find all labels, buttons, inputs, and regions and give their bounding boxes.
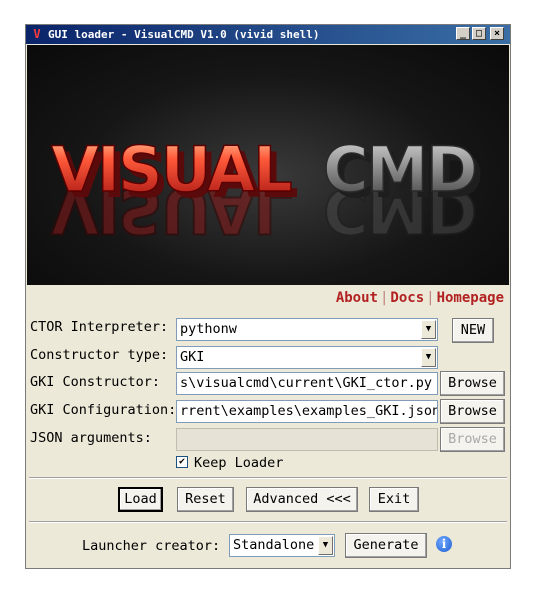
generate-button[interactable]: Generate [345,533,427,558]
advanced-button[interactable]: Advanced <<< [246,487,358,512]
browse-configuration-button[interactable]: Browse [440,399,505,424]
title-bar[interactable]: V GUI loader - VisualCMD V1.0 (vivid she… [26,25,510,44]
gki-configuration-label: GKI Configuration: [30,402,177,418]
header-links: About | Docs | Homepage [335,290,504,306]
gki-constructor-input[interactable]: s\visualcmd\current\GKI_ctor.py [176,372,438,395]
homepage-link[interactable]: Homepage [437,290,504,306]
chevron-down-icon[interactable]: ▼ [421,320,436,339]
json-arguments-label: JSON arguments: [30,430,152,446]
window-title: GUI loader - VisualCMD V1.0 (vivid shell… [48,28,320,41]
separator-bottom [29,521,507,523]
reset-button[interactable]: Reset [177,487,234,512]
separator-top [29,477,507,479]
visualcmd-logo-art: VISUAL CMD VISUAL CMD CMD VISUAL [50,132,484,248]
constructor-type-combo[interactable]: GKI ▼ [176,346,438,369]
constructor-type-label: Constructor type: [30,347,169,363]
visualcmd-banner: VISUAL CMD VISUAL CMD CMD VISUAL [27,45,509,285]
launcher-type-combo[interactable]: Standalone ▼ [229,534,335,557]
gui-loader-window: V GUI loader - VisualCMD V1.0 (vivid she… [25,24,511,569]
keep-loader-checkbox[interactable]: ✔ [176,456,188,468]
new-interpreter-button[interactable]: NEW [452,318,494,343]
docs-link[interactable]: Docs [390,290,424,306]
chevron-down-icon[interactable]: ▼ [421,348,436,367]
json-arguments-input[interactable] [176,428,438,451]
gki-constructor-label: GKI Constructor: [30,374,161,390]
about-link[interactable]: About [336,290,378,306]
keep-loader-label: Keep Loader [194,455,284,471]
v-logo-icon: V [33,27,41,41]
constructor-type-value: GKI [180,349,205,365]
interpreter-combo[interactable]: pythonw ▼ [176,318,438,341]
browse-json-button[interactable]: Browse [440,427,505,452]
interpreter-label: CTOR Interpreter: [30,319,169,335]
minimize-button[interactable]: _ [456,27,470,40]
close-button[interactable]: × [490,27,504,40]
interpreter-value: pythonw [180,321,237,337]
launcher-type-value: Standalone [233,537,315,553]
gki-configuration-input[interactable]: rrent\examples\examples_GKI.json [176,400,438,423]
logo-cmd: CMD [323,133,476,206]
browse-constructor-button[interactable]: Browse [440,371,505,396]
launcher-creator-label: Launcher creator: [82,538,221,554]
chevron-down-icon[interactable]: ▼ [318,536,333,555]
exit-button[interactable]: Exit [369,487,419,512]
info-icon[interactable]: i [436,536,452,552]
logo-visual: VISUAL [51,133,291,206]
load-button[interactable]: Load [118,487,163,512]
maximize-button[interactable]: □ [472,27,486,40]
